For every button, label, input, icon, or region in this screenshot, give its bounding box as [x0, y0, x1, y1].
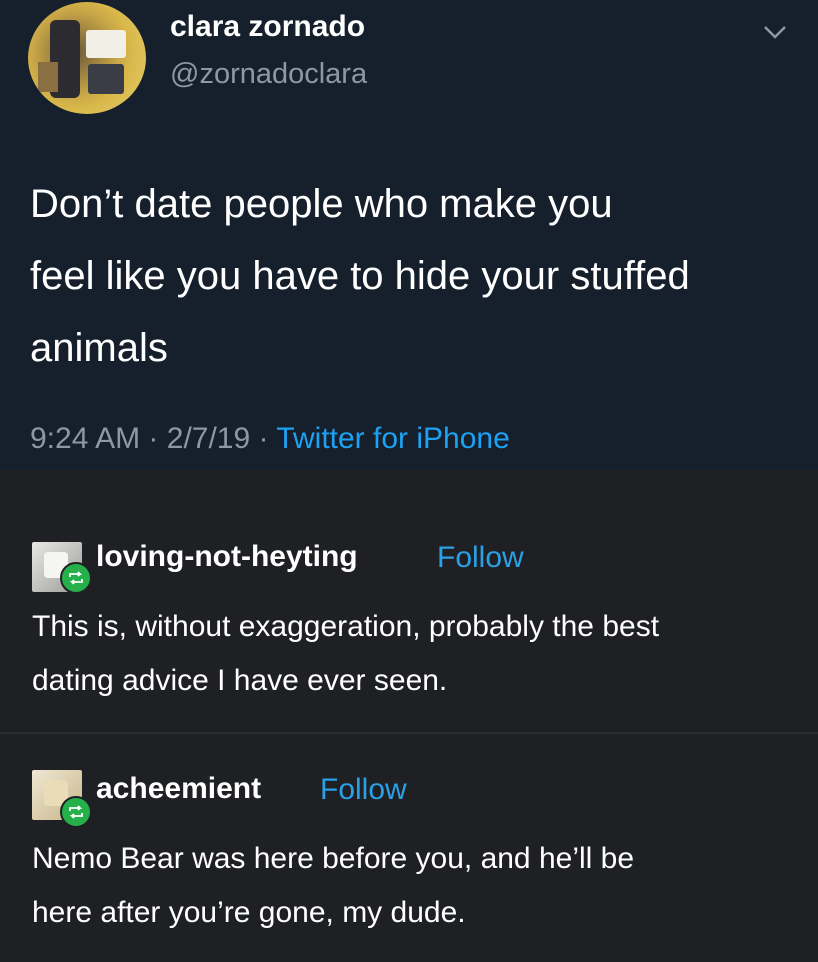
reblog-text: Nemo Bear was here before you, and he’ll… [32, 832, 802, 940]
reblog-text: This is, without exaggeration, probably … [32, 600, 802, 708]
avatar-detail [38, 62, 58, 92]
tweet-meta: 9:24 AM · 2/7/19 · Twitter for iPhone [30, 422, 510, 456]
reblog-icon [60, 796, 92, 828]
reblog-icon [60, 562, 92, 594]
tweet-handle[interactable]: @zornadoclara [170, 58, 367, 91]
follow-button[interactable]: Follow [320, 773, 407, 807]
tweet-display-name[interactable]: clara zornado [170, 10, 365, 44]
reblog-text-line: dating advice I have ever seen. [32, 664, 448, 697]
tweet-avatar[interactable] [28, 2, 146, 114]
tweet-time[interactable]: 9:24 AM [30, 422, 140, 455]
chevron-down-icon[interactable] [762, 22, 788, 42]
avatar-detail [88, 64, 124, 94]
meta-separator: · [148, 422, 159, 455]
tweet-text-line: feel like you have to hide your stuffed [30, 254, 690, 298]
tweet-date[interactable]: 2/7/19 [167, 422, 250, 455]
follow-button[interactable]: Follow [437, 541, 524, 575]
reblog-text-line: Nemo Bear was here before you, and he’ll… [32, 842, 635, 875]
reblog-entry: loving-not-heyting Follow This is, witho… [0, 470, 818, 732]
meta-separator: · [258, 422, 269, 455]
tweet-card: clara zornado @zornadoclara Don’t date p… [0, 0, 818, 470]
tweet-text: Don’t date people who make you feel like… [30, 168, 800, 384]
reblog-username[interactable]: loving-not-heyting [96, 540, 358, 574]
tweet-text-line: animals [30, 326, 168, 370]
reblog-text-line: here after you’re gone, my dude. [32, 896, 466, 929]
avatar-detail [86, 30, 126, 58]
reblog-entry: acheemient Follow Nemo Bear was here bef… [0, 732, 818, 962]
tweet-text-line: Don’t date people who make you [30, 182, 613, 226]
reblog-text-line: This is, without exaggeration, probably … [32, 610, 660, 643]
tweet-source-link[interactable]: Twitter for iPhone [276, 422, 509, 455]
reblog-username[interactable]: acheemient [96, 772, 261, 806]
